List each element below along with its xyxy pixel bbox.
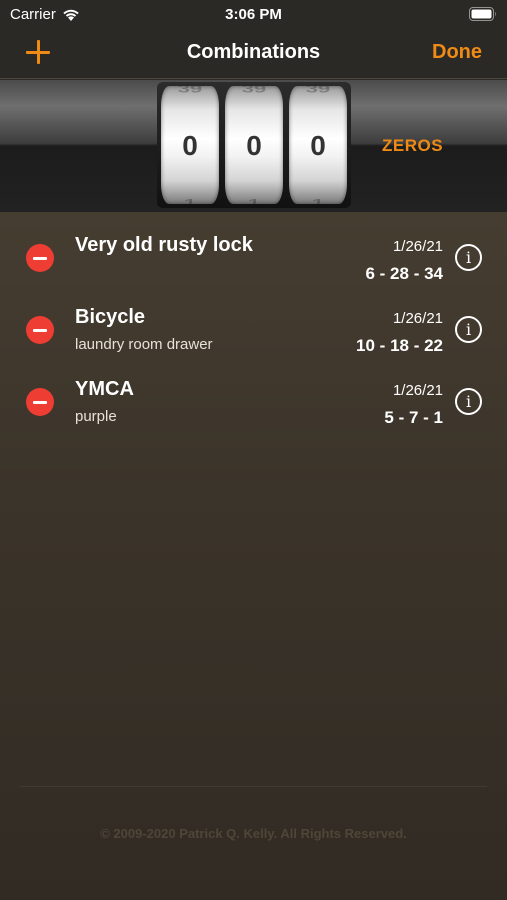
combination-date: 1/26/21 [392,310,443,327]
combination-name: YMCA [75,378,134,400]
zeros-button[interactable]: ZEROS [382,136,443,156]
status-time: 3:06 PM [225,6,282,23]
combination-note: purple [75,408,117,425]
combination-value: 5 - 7 - 1 [384,408,443,427]
combination-date: 1/26/21 [392,382,443,399]
wheel-2-next: 1 [247,196,261,205]
divider [20,786,487,787]
wheel-3-next: 1 [311,196,325,205]
done-button[interactable]: Done [432,41,482,64]
list-item[interactable]: YMCA purple 1/26/21 5 - 7 - 1 i [0,366,507,438]
dial-housing: 39 0 1 39 0 1 39 0 1 [157,82,351,208]
page-title: Combinations [186,41,321,63]
list-item[interactable]: Bicycle laundry room drawer 1/26/21 10 -… [0,294,507,366]
dial-wheel-2[interactable]: 39 0 1 [225,86,283,204]
info-icon[interactable]: i [455,244,482,271]
list-item[interactable]: Very old rusty lock 1/26/21 6 - 28 - 34 … [0,222,507,294]
dial-wheel-3[interactable]: 39 0 1 [289,86,347,204]
wheel-2-prev: 39 [241,86,267,95]
combination-value: 10 - 18 - 22 [356,336,443,355]
combination-list: Very old rusty lock 1/26/21 6 - 28 - 34 … [0,212,507,900]
status-bar: Carrier 3:06 PM [0,0,507,30]
dial-wheel-1[interactable]: 39 0 1 [161,86,219,204]
combination-name: Bicycle [75,306,146,328]
wheel-3-digit: 0 [310,130,326,161]
battery-icon [469,7,497,25]
combination-name: Very old rusty lock [75,234,253,256]
navigation-bar: Combinations Done [0,30,507,79]
combination-note: laundry room drawer [75,336,213,353]
delete-icon[interactable] [26,388,54,416]
wheel-3-prev: 39 [305,86,331,95]
combination-dial-area: 39 0 1 39 0 1 39 0 1 ZEROS [0,80,507,212]
wheel-1-next: 1 [183,196,197,205]
copyright-text: © 2009-2020 Patrick Q. Kelly. All Rights… [100,826,407,841]
wheel-2-digit: 0 [246,130,262,161]
info-icon[interactable]: i [455,316,482,343]
combination-date: 1/26/21 [392,238,443,255]
delete-icon[interactable] [26,244,54,272]
wheel-1-digit: 0 [182,130,198,161]
delete-icon[interactable] [26,316,54,344]
combination-value: 6 - 28 - 34 [365,264,444,283]
info-icon[interactable]: i [455,388,482,415]
wheel-1-prev: 39 [177,86,203,95]
